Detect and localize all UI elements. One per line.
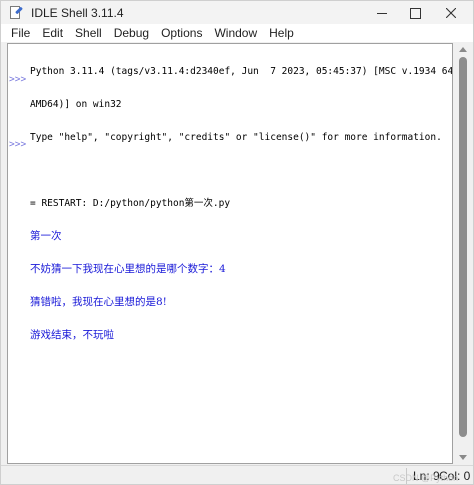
maximize-button[interactable] bbox=[399, 1, 431, 25]
scroll-down-icon[interactable] bbox=[459, 455, 467, 460]
scrollbar-thumb[interactable] bbox=[459, 57, 467, 437]
banner-line: Python 3.11.4 (tags/v3.11.4:d2340ef, Jun… bbox=[30, 66, 453, 77]
output-line: 猜错啦，我现在心里想的是8! bbox=[30, 296, 167, 308]
close-icon bbox=[446, 8, 456, 18]
menu-edit[interactable]: Edit bbox=[36, 24, 69, 42]
vertical-scrollbar[interactable] bbox=[455, 43, 471, 464]
minimize-button[interactable] bbox=[366, 1, 398, 25]
banner-line: Type "help", "copyright", "credits" or "… bbox=[30, 132, 442, 143]
idle-feather-icon bbox=[9, 6, 23, 20]
banner-line: AMD64)] on win32 bbox=[30, 99, 122, 110]
title-bar[interactable]: IDLE Shell 3.11.4 bbox=[1, 1, 473, 25]
close-button[interactable] bbox=[435, 1, 467, 25]
idle-shell-window: IDLE Shell 3.11.4 File Edit Shell Debug … bbox=[0, 0, 474, 485]
scroll-up-icon[interactable] bbox=[459, 47, 467, 52]
shell-text-area[interactable]: >>> >>> Python 3.11.4 (tags/v3.11.4:d234… bbox=[7, 43, 453, 464]
watermark-text: CSDN @Python bbox=[393, 473, 459, 483]
shell-output: Python 3.11.4 (tags/v3.11.4:d2340ef, Jun… bbox=[30, 44, 452, 363]
window-title: IDLE Shell 3.11.4 bbox=[31, 6, 124, 20]
menu-debug[interactable]: Debug bbox=[108, 24, 155, 42]
shell-prompt: >>> bbox=[9, 74, 27, 85]
shell-prompt: >>> bbox=[9, 139, 27, 150]
output-line: 不妨猜一下我现在心里想的是哪个数字：4 bbox=[30, 263, 226, 275]
menu-window[interactable]: Window bbox=[208, 24, 263, 42]
maximize-icon bbox=[409, 7, 421, 19]
minimize-icon bbox=[377, 12, 387, 14]
output-line: 游戏结束，不玩啦 bbox=[30, 329, 114, 341]
menu-options[interactable]: Options bbox=[155, 24, 208, 42]
menu-help[interactable]: Help bbox=[263, 24, 300, 42]
menu-shell[interactable]: Shell bbox=[69, 24, 108, 42]
menu-bar: File Edit Shell Debug Options Window Hel… bbox=[1, 24, 473, 42]
restart-line: = RESTART: D:/python/python第一次.py bbox=[30, 198, 231, 209]
menu-file[interactable]: File bbox=[1, 24, 36, 42]
output-line: 第一次 bbox=[30, 230, 62, 242]
prompt-gutter: >>> >>> bbox=[8, 44, 28, 463]
